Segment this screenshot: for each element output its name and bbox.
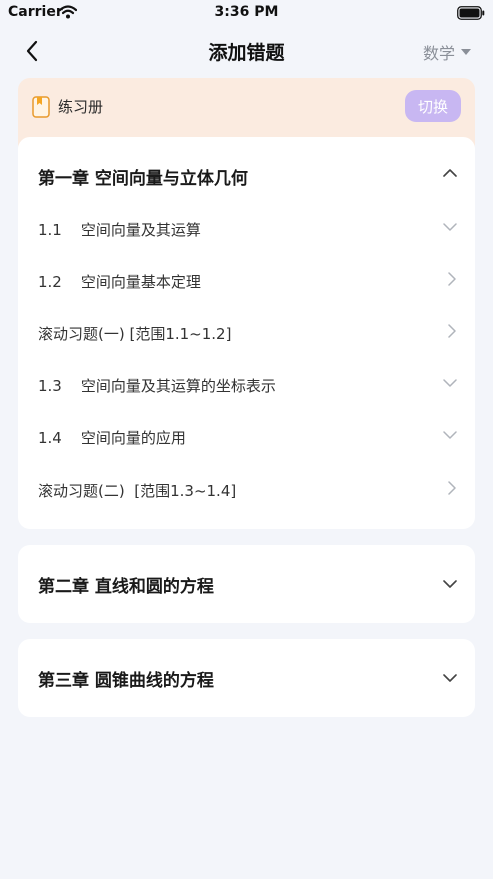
chevron-right-icon	[448, 324, 456, 338]
battery-icon	[457, 5, 485, 24]
status-time: 3:36 PM	[214, 4, 279, 20]
section-label: 滚动习题(一) [范围1.1~1.2]	[38, 325, 232, 343]
section-row[interactable]: 1.3 空间向量及其运算的坐标表示	[18, 359, 475, 411]
page-title: 添加错题	[208, 42, 285, 64]
chapter-card: 第三章 圆锥曲线的方程	[18, 639, 475, 717]
chapter-card: 第二章 直线和圆的方程	[18, 545, 475, 623]
section-label: 1.2 空间向量基本定理	[38, 273, 201, 291]
chevron-down-icon	[443, 223, 457, 231]
chapter-header[interactable]: 第一章 空间向量与立体几何	[18, 137, 475, 213]
chevron-down-icon	[443, 580, 457, 588]
section-row[interactable]: 1.4 空间向量的应用	[18, 411, 475, 463]
workbook-label: 练习册	[58, 98, 104, 116]
chapter-header[interactable]: 第二章 直线和圆的方程	[18, 545, 475, 623]
chevron-right-icon	[448, 272, 456, 286]
book-icon	[32, 96, 50, 122]
section-label: 滚动习题(二) [范围1.3~1.4]	[38, 482, 237, 500]
chapter-title: 第一章 空间向量与立体几何	[38, 169, 248, 189]
chevron-up-icon	[443, 169, 457, 177]
chapter-card: 第一章 空间向量与立体几何 1.1 空间向量及其运算 1.2 空间向量基本定理 …	[18, 137, 475, 529]
section-label: 1.1 空间向量及其运算	[38, 221, 201, 239]
chevron-right-icon	[448, 481, 456, 495]
section-label: 1.3 空间向量及其运算的坐标表示	[38, 377, 276, 395]
section-row[interactable]: 1.2 空间向量基本定理	[18, 255, 475, 307]
subject-dropdown[interactable]: 数学	[423, 40, 471, 64]
caret-down-icon	[461, 49, 471, 55]
chevron-down-icon	[443, 431, 457, 439]
chevron-down-icon	[443, 674, 457, 682]
navigation-bar: 添加错题 数学	[0, 28, 493, 74]
chapter-title: 第二章 直线和圆的方程	[38, 577, 214, 597]
chapter-header[interactable]: 第三章 圆锥曲线的方程	[18, 639, 475, 717]
chapter-title: 第三章 圆锥曲线的方程	[38, 671, 214, 691]
section-row[interactable]: 滚动习题(一) [范围1.1~1.2]	[18, 307, 475, 359]
section-label: 1.4 空间向量的应用	[38, 429, 186, 447]
status-bar: Carrier 3:36 PM	[0, 0, 493, 24]
section-row[interactable]: 滚动习题(二) [范围1.3~1.4]	[18, 464, 475, 516]
switch-button[interactable]: 切换	[405, 90, 461, 122]
chevron-down-icon	[443, 379, 457, 387]
section-row[interactable]: 1.1 空间向量及其运算	[18, 203, 475, 255]
subject-label: 数学	[422, 44, 455, 63]
